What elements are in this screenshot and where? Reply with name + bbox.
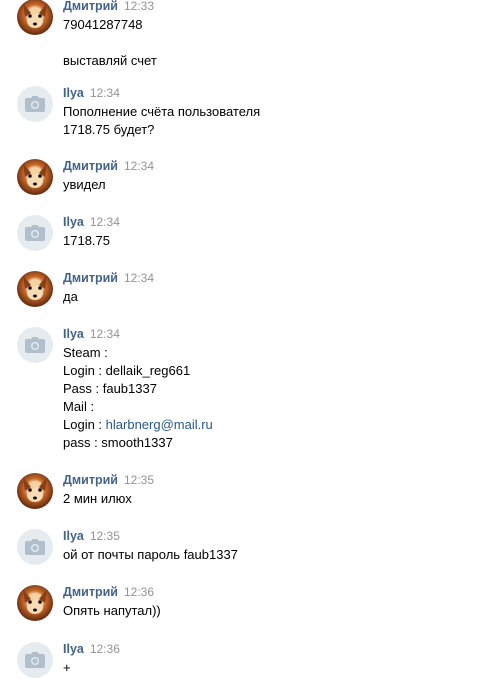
user-avatar[interactable]: [17, 159, 53, 195]
message-time[interactable]: 12:35: [124, 473, 154, 487]
message-author[interactable]: Дмитрий 12:33: [63, 0, 154, 14]
message-text: ой от почты пароль faub1337: [63, 546, 238, 564]
user-avatar[interactable]: [17, 215, 53, 251]
message-author[interactable]: Ilya 12:34: [63, 327, 120, 342]
author-name[interactable]: Ilya: [63, 642, 84, 656]
message-time[interactable]: 12:34: [124, 271, 154, 285]
user-avatar[interactable]: [17, 529, 53, 565]
message-line: pass : smooth1337: [63, 435, 173, 450]
message-line: 1718.75: [63, 233, 110, 248]
message-author[interactable]: Ilya 12:34: [63, 215, 120, 230]
author-name[interactable]: Ilya: [63, 215, 84, 229]
user-avatar[interactable]: [17, 642, 53, 678]
author-name[interactable]: Дмитрий: [63, 0, 118, 13]
camera-icon: [25, 337, 45, 353]
message-author[interactable]: Ilya 12:35: [63, 529, 120, 544]
message-text: да: [63, 288, 78, 306]
author-name[interactable]: Дмитрий: [63, 473, 118, 487]
user-avatar[interactable]: [17, 271, 53, 307]
message-line: Steam :: [63, 345, 108, 360]
message-time[interactable]: 12:34: [124, 159, 154, 173]
message-time[interactable]: 12:36: [124, 585, 154, 599]
camera-icon: [25, 225, 45, 241]
user-avatar[interactable]: [17, 585, 53, 621]
fox-icon: [23, 589, 47, 614]
message-time[interactable]: 12:34: [90, 86, 120, 100]
author-name[interactable]: Дмитрий: [63, 271, 118, 285]
message-author[interactable]: Дмитрий 12:34: [63, 271, 154, 286]
camera-icon: [25, 96, 45, 112]
fox-icon: [23, 275, 47, 300]
user-avatar[interactable]: [17, 327, 53, 363]
message-text: 1718.75: [63, 232, 110, 250]
fox-icon: [23, 477, 47, 502]
message-author[interactable]: Дмитрий 12:36: [63, 585, 154, 600]
message-line: 1718.75 будет?: [63, 122, 155, 137]
message-line-empty: [63, 34, 157, 52]
message-text: 79041287748 выставляй счет: [63, 16, 157, 70]
camera-icon: [25, 539, 45, 555]
email-link[interactable]: hlarbnerg@mail.ru: [106, 417, 213, 432]
message-time[interactable]: 12:33: [124, 0, 154, 13]
author-name[interactable]: Ilya: [63, 86, 84, 100]
message-line: Login : hlarbnerg@mail.ru: [63, 416, 213, 434]
message-text: Опять напутал)): [63, 602, 161, 620]
user-avatar[interactable]: [17, 0, 53, 35]
fox-icon: [23, 163, 47, 188]
message-time[interactable]: 12:34: [90, 215, 120, 229]
message-text: 2 мин илюх: [63, 490, 132, 508]
message-line: Login : dellaik_reg661: [63, 363, 191, 378]
message-line: 2 мин илюх: [63, 491, 132, 506]
message-line: выставляй счет: [63, 53, 157, 68]
message-text: Steam : Login : dellaik_reg661 Pass : fa…: [63, 344, 213, 452]
fox-icon: [23, 3, 47, 28]
message-time[interactable]: 12:35: [90, 529, 120, 543]
message-time[interactable]: 12:36: [90, 642, 120, 656]
message-line: Mail :: [63, 399, 95, 414]
message-text: +: [63, 659, 71, 677]
message-author[interactable]: Ilya 12:34: [63, 86, 120, 101]
message-line-text: Login :: [63, 417, 106, 432]
message-text: увидел: [63, 176, 106, 194]
message-line: ой от почты пароль faub1337: [63, 547, 238, 562]
author-name[interactable]: Ilya: [63, 529, 84, 543]
message-line: 79041287748: [63, 17, 143, 32]
message-line: Опять напутал)): [63, 603, 161, 618]
message-line: Pass : faub1337: [63, 381, 157, 396]
author-name[interactable]: Ilya: [63, 327, 84, 341]
message-text: Пополнение счёта пользователя 1718.75 бу…: [63, 103, 260, 139]
camera-icon: [25, 652, 45, 668]
author-name[interactable]: Дмитрий: [63, 585, 118, 599]
user-avatar[interactable]: [17, 473, 53, 509]
author-name[interactable]: Дмитрий: [63, 159, 118, 173]
message-author[interactable]: Дмитрий 12:34: [63, 159, 154, 174]
message-author[interactable]: Ilya 12:36: [63, 642, 120, 657]
message-line: Пополнение счёта пользователя: [63, 104, 261, 119]
message-author[interactable]: Дмитрий 12:35: [63, 473, 154, 488]
user-avatar[interactable]: [17, 86, 53, 122]
message-line: увидел: [63, 177, 106, 192]
message-line: +: [63, 660, 71, 675]
message-time[interactable]: 12:34: [90, 327, 120, 341]
message-line: да: [63, 289, 78, 304]
